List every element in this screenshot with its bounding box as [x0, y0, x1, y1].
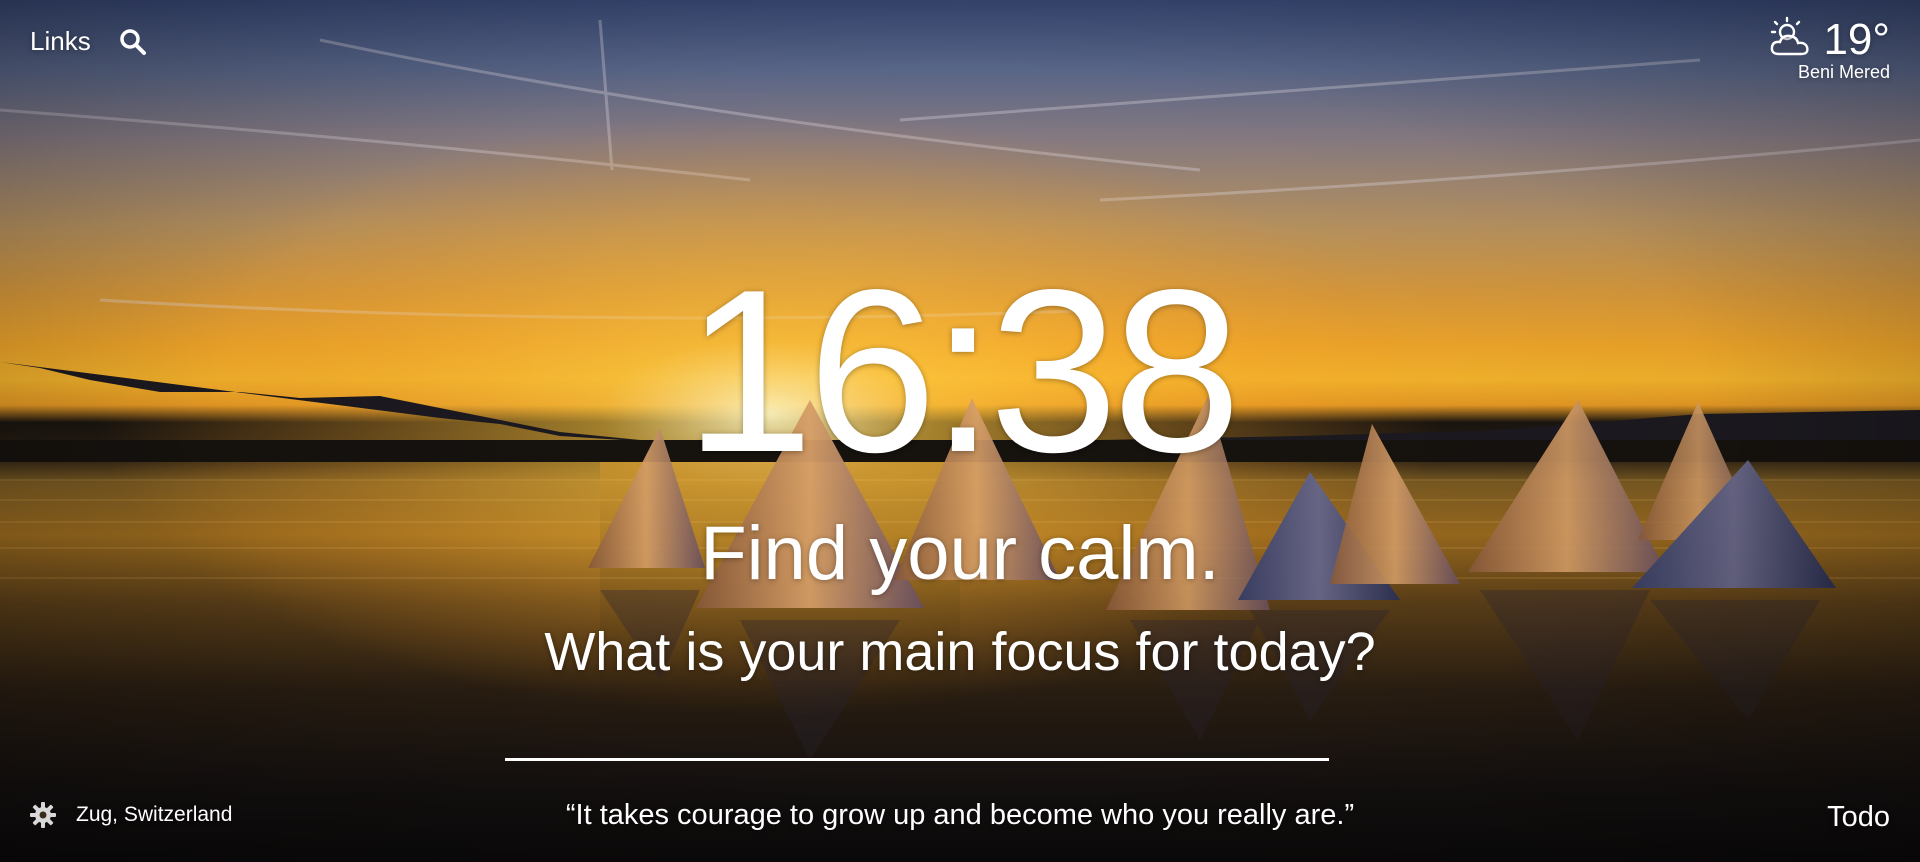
mantra-text: Find your calm.	[700, 511, 1220, 596]
weather-widget[interactable]: 19° Beni Mered	[1767, 14, 1890, 83]
weather-location: Beni Mered	[1797, 62, 1890, 82]
momentum-dashboard: Links 19° Beni Mered 16:38 Find your cal…	[0, 0, 1920, 862]
clock-time: 16:38	[684, 242, 1242, 501]
search-icon[interactable]	[119, 28, 147, 56]
todo-button[interactable]: Todo	[1827, 801, 1890, 834]
focus-input[interactable]	[505, 704, 1329, 761]
partly-sunny-icon	[1767, 16, 1815, 65]
focus-question: What is your main focus for today?	[544, 622, 1376, 682]
temperature: 19°	[1823, 15, 1890, 64]
daily-quote[interactable]: “It takes courage to grow up and become …	[0, 799, 1920, 832]
links-button[interactable]: Links	[30, 26, 91, 57]
top-left-bar: Links	[30, 26, 147, 57]
